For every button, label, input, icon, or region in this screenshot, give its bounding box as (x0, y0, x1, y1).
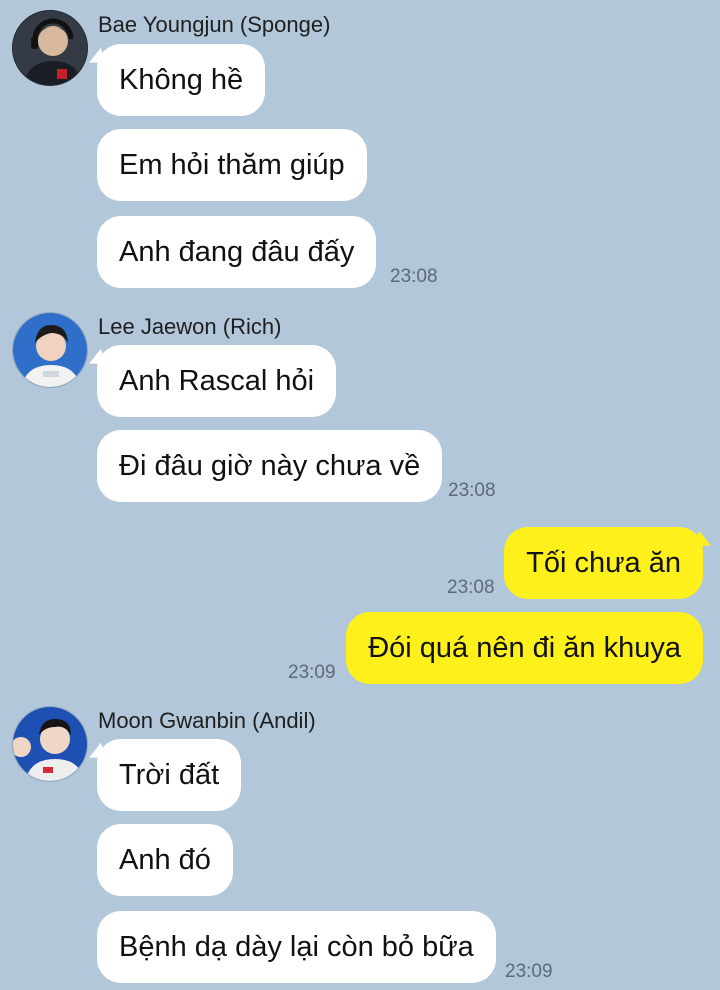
message-bubble[interactable]: Anh Rascal hỏi (97, 345, 337, 417)
message-bubble[interactable]: Em hỏi thăm giúp (97, 129, 367, 201)
sender-name: Moon Gwanbin (Andil) (98, 708, 316, 733)
message-bubble[interactable]: Không hề (97, 44, 266, 116)
sender-name: Lee Jaewon (Rich) (98, 314, 282, 339)
message-bubble[interactable]: Anh đó (97, 824, 233, 896)
user-avatar-icon (13, 11, 87, 85)
outgoing-message-bubble[interactable]: Đói quá nên đi ăn khuya (346, 612, 703, 684)
user-avatar-icon (13, 313, 87, 387)
avatar-sponge[interactable] (12, 10, 88, 86)
message-timestamp: 23:09 (288, 662, 336, 683)
message-bubble[interactable]: Trời đất (97, 739, 242, 811)
message-bubble[interactable]: Bệnh dạ dày lại còn bỏ bữa (97, 911, 496, 983)
message-timestamp: 23:09 (505, 961, 553, 982)
avatar-rich[interactable] (12, 312, 88, 388)
message-timestamp: 23:08 (390, 266, 438, 287)
avatar-andil[interactable] (12, 706, 88, 782)
user-avatar-icon (13, 707, 87, 781)
message-timestamp: 23:08 (448, 480, 496, 501)
message-bubble[interactable]: Đi đâu giờ này chưa về (97, 430, 443, 502)
message-timestamp: 23:08 (447, 577, 495, 598)
sender-name: Bae Youngjun (Sponge) (98, 12, 331, 37)
outgoing-message-bubble[interactable]: Tối chưa ăn (504, 527, 703, 599)
message-bubble[interactable]: Anh đang đâu đấy (97, 216, 377, 288)
